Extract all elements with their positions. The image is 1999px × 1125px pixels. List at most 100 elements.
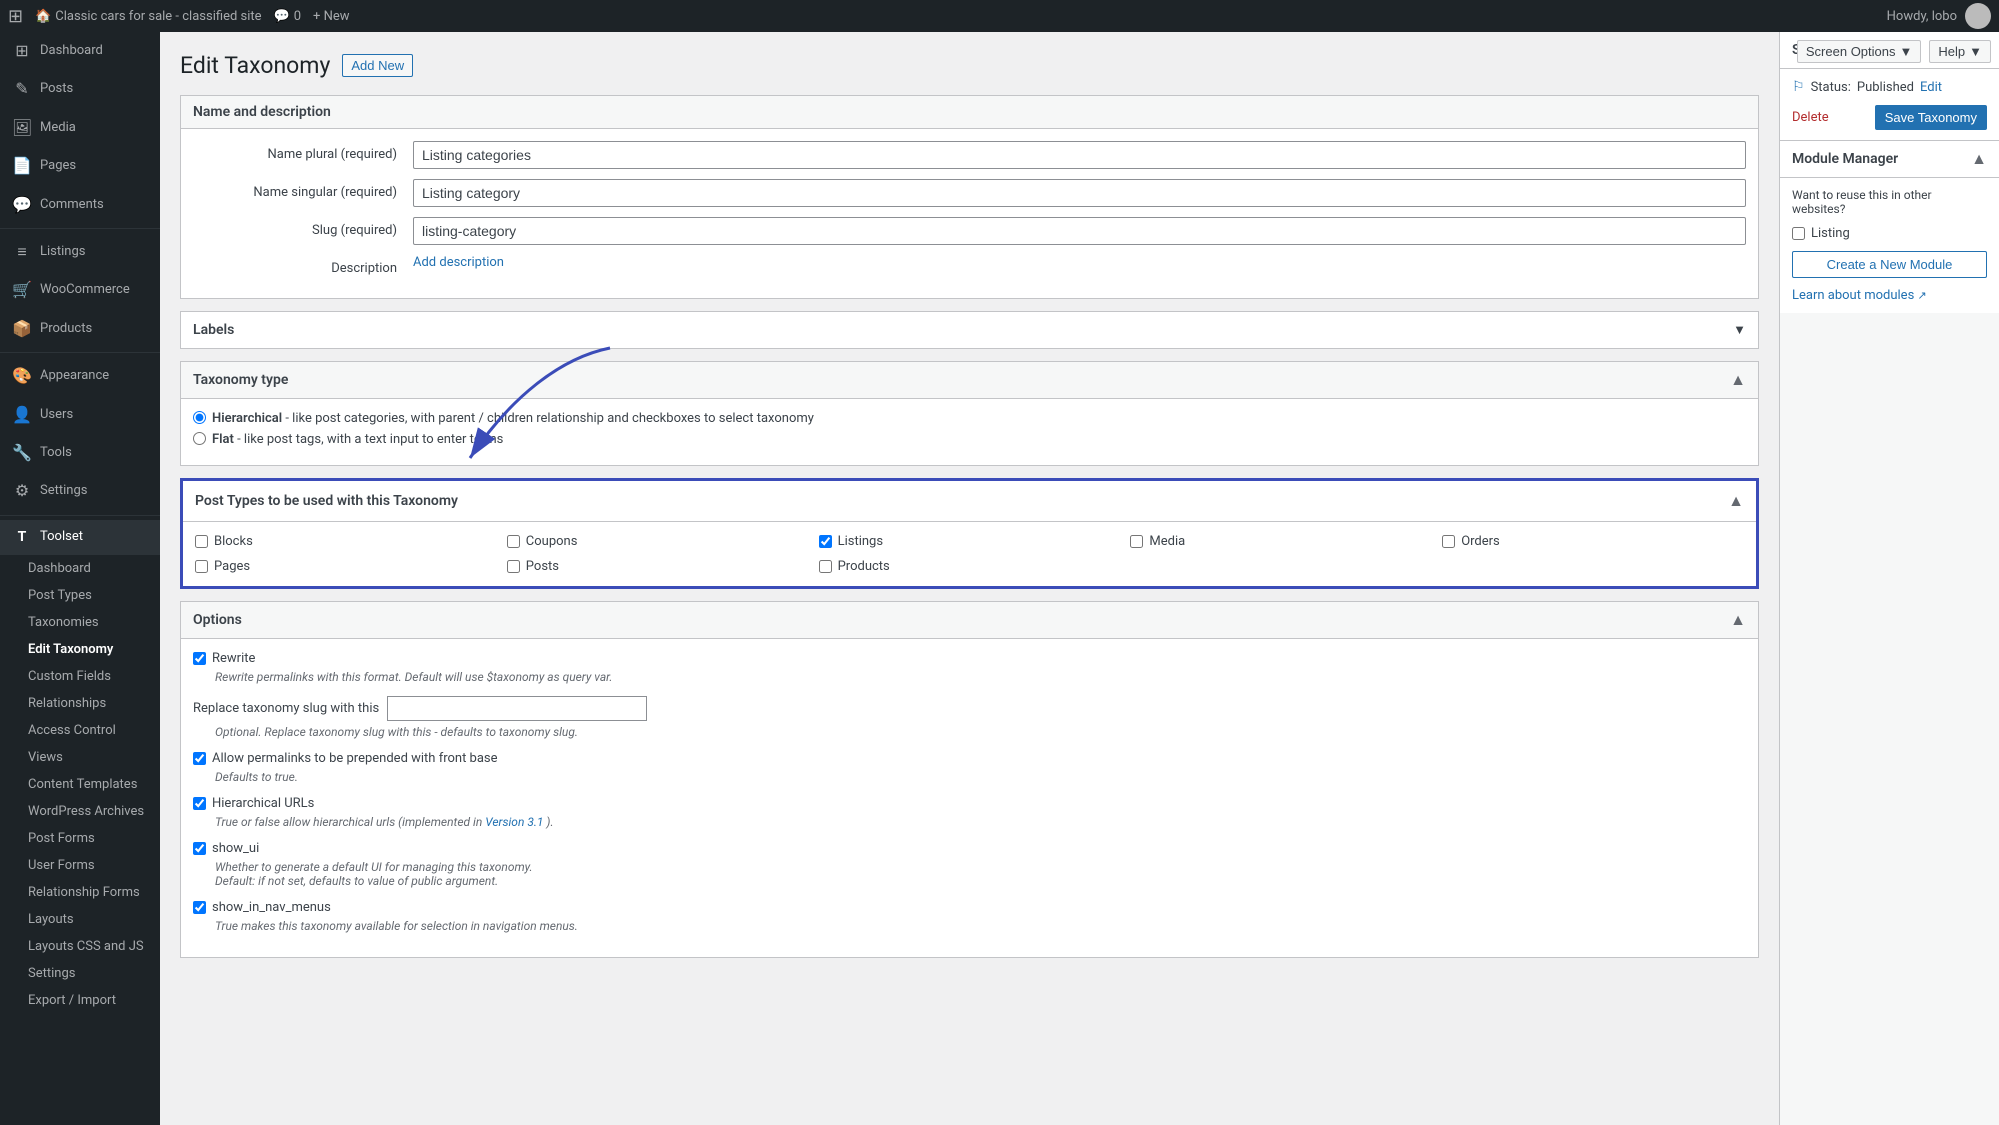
sidebar-sub-item-ts-edit-taxonomy[interactable]: Edit Taxonomy [0, 636, 160, 663]
sidebar-sub-item-ts-custom-fields[interactable]: Custom Fields [0, 663, 160, 690]
save-taxonomy-button[interactable]: Save Taxonomy [1875, 105, 1987, 130]
status-icon: ⚐ [1792, 79, 1805, 95]
wp-logo[interactable]: ⊞ [8, 6, 23, 27]
sidebar-sub-item-ts-content-templates[interactable]: Content Templates [0, 771, 160, 798]
rewrite-checkbox[interactable] [193, 652, 206, 665]
options-toggle[interactable]: ▲ [1730, 610, 1746, 630]
admin-bar-new[interactable]: + New [313, 9, 350, 24]
show-ui-checkbox[interactable] [193, 842, 206, 855]
sidebar-item-woocommerce[interactable]: 🛒 WooCommerce [0, 271, 160, 309]
sidebar-item-settings[interactable]: ⚙ Settings [0, 472, 160, 510]
pt-listings-item: Listings [819, 534, 1121, 549]
pt-products-label: Products [838, 559, 890, 574]
pt-posts-checkbox[interactable] [507, 560, 520, 573]
replace-slug-desc: Optional. Replace taxonomy slug with thi… [215, 725, 1746, 739]
options-panel: Options ▲ Rewrite Rewrite permalinks wit… [180, 601, 1759, 958]
show-in-nav-menus-desc: True makes this taxonomy available for s… [215, 919, 1746, 933]
admin-bar-comments[interactable]: 💬 0 [274, 9, 302, 24]
sidebar-sub-item-ts-layouts-css-js[interactable]: Layouts CSS and JS [0, 933, 160, 960]
version-3-1-link[interactable]: Version 3.1 [485, 815, 543, 829]
sidebar-item-listings[interactable]: ≡ Listings [0, 233, 160, 271]
sidebar-sub-item-ts-layouts[interactable]: Layouts [0, 906, 160, 933]
pt-blocks-checkbox[interactable] [195, 535, 208, 548]
content-wrapper: Edit Taxonomy Add New Name and descripti… [160, 32, 1779, 1125]
labels-title: Labels [193, 322, 234, 338]
sidebar-sub-item-ts-user-forms[interactable]: User Forms [0, 852, 160, 879]
pt-listings-checkbox[interactable] [819, 535, 832, 548]
sidebar-item-products[interactable]: 📦 Products [0, 310, 160, 348]
add-new-button[interactable]: Add New [342, 54, 413, 77]
sidebar-item-media[interactable]: 🖼 Media [0, 109, 160, 147]
name-singular-input[interactable] [413, 179, 1746, 207]
replace-slug-input[interactable] [387, 696, 647, 721]
sidebar-sub-item-ts-export-import[interactable]: Export / Import [0, 987, 160, 1014]
screen-options-button[interactable]: Screen Options ▼ [1797, 40, 1921, 63]
sidebar-item-appearance[interactable]: 🎨 Appearance [0, 357, 160, 395]
name-description-panel: Name and description Name plural (requir… [180, 95, 1759, 299]
name-plural-input[interactable] [413, 141, 1746, 169]
name-description-title: Name and description [193, 104, 331, 120]
hierarchical-radio[interactable] [193, 411, 206, 424]
labels-header[interactable]: Labels ▼ [181, 312, 1758, 348]
sidebar-sub-item-ts-dashboard[interactable]: Dashboard [0, 555, 160, 582]
pt-coupons-checkbox[interactable] [507, 535, 520, 548]
description-row: Description Add description [193, 255, 1746, 276]
sidebar-sub-item-ts-post-types[interactable]: Post Types [0, 582, 160, 609]
sidebar-separator-1 [0, 228, 160, 229]
pt-orders-checkbox[interactable] [1442, 535, 1455, 548]
sidebar-sub-item-ts-access-control[interactable]: Access Control [0, 717, 160, 744]
allow-permalinks-checkbox[interactable] [193, 752, 206, 765]
sidebar-sub-item-ts-relationships[interactable]: Relationships [0, 690, 160, 717]
module-manager-toggle[interactable]: ▲ [1971, 149, 1987, 169]
help-button[interactable]: Help ▼ [1929, 40, 1991, 63]
rewrite-checkbox-row: Rewrite [193, 651, 1746, 666]
pt-media-checkbox[interactable] [1130, 535, 1143, 548]
admin-bar-site-name[interactable]: 🏠 Classic cars for sale - classified sit… [35, 9, 261, 24]
taxonomy-type-body: Hierarchical - like post categories, wit… [181, 399, 1758, 465]
sidebar-item-pages[interactable]: 📄 Pages [0, 147, 160, 185]
listing-checkbox[interactable] [1792, 227, 1805, 240]
comments-icon: 💬 [274, 9, 290, 24]
hierarchical-urls-checkbox[interactable] [193, 797, 206, 810]
top-right-actions: Screen Options ▼ Help ▼ [1797, 40, 1991, 63]
flat-radio[interactable] [193, 432, 206, 445]
page-title: Edit Taxonomy [180, 52, 330, 79]
save-actions: Delete Save Taxonomy [1792, 105, 1987, 130]
post-types-toggle[interactable]: ▲ [1728, 491, 1744, 511]
sidebar-sub-item-ts-views[interactable]: Views [0, 744, 160, 771]
sidebar-sub-item-ts-relationship-forms[interactable]: Relationship Forms [0, 879, 160, 906]
sidebar-item-tools[interactable]: 🔧 Tools [0, 434, 160, 472]
post-types-wrapper: Post Types to be used with this Taxonomy… [180, 478, 1759, 589]
sidebar-item-toolset[interactable]: T Toolset [0, 520, 160, 556]
options-title: Options [193, 612, 242, 628]
show-ui-desc: Whether to generate a default UI for man… [215, 860, 1746, 874]
slug-input[interactable] [413, 217, 1746, 245]
pt-products-checkbox[interactable] [819, 560, 832, 573]
pt-blocks-item: Blocks [195, 534, 497, 549]
sidebar-sub-item-ts-wordpress-archives[interactable]: WordPress Archives [0, 798, 160, 825]
sidebar-item-users[interactable]: 👤 Users [0, 396, 160, 434]
sidebar-sub-item-ts-post-forms[interactable]: Post Forms [0, 825, 160, 852]
sidebar-sub-item-ts-taxonomies[interactable]: Taxonomies [0, 609, 160, 636]
taxonomy-type-title: Taxonomy type [193, 372, 288, 388]
show-in-nav-menus-checkbox[interactable] [193, 901, 206, 914]
taxonomy-type-toggle[interactable]: ▲ [1730, 370, 1746, 390]
replace-slug-label: Replace taxonomy slug with this [193, 701, 379, 716]
create-new-module-button[interactable]: Create a New Module [1792, 251, 1987, 278]
add-description-link[interactable]: Add description [413, 255, 504, 270]
pt-media-label: Media [1149, 534, 1185, 549]
status-edit-link[interactable]: Edit [1920, 80, 1942, 95]
pt-pages-checkbox[interactable] [195, 560, 208, 573]
media-icon: 🖼 [12, 117, 32, 139]
admin-avatar [1965, 3, 1991, 29]
learn-about-modules-link[interactable]: Learn about modules ↗ [1792, 288, 1927, 303]
replace-slug-option-row: Replace taxonomy slug with this Optional… [193, 696, 1746, 739]
sidebar-item-comments[interactable]: 💬 Comments [0, 186, 160, 224]
woocommerce-icon: 🛒 [12, 279, 32, 301]
show-in-nav-menus-option-row: show_in_nav_menus True makes this taxono… [193, 900, 1746, 933]
sidebar-item-dashboard[interactable]: ⊞ Dashboard [0, 32, 160, 70]
sidebar-sub-item-ts-settings[interactable]: Settings [0, 960, 160, 987]
sidebar-item-posts[interactable]: ✎ Posts [0, 70, 160, 108]
allow-permalinks-label: Allow permalinks to be prepended with fr… [212, 751, 498, 766]
delete-link[interactable]: Delete [1792, 110, 1829, 125]
